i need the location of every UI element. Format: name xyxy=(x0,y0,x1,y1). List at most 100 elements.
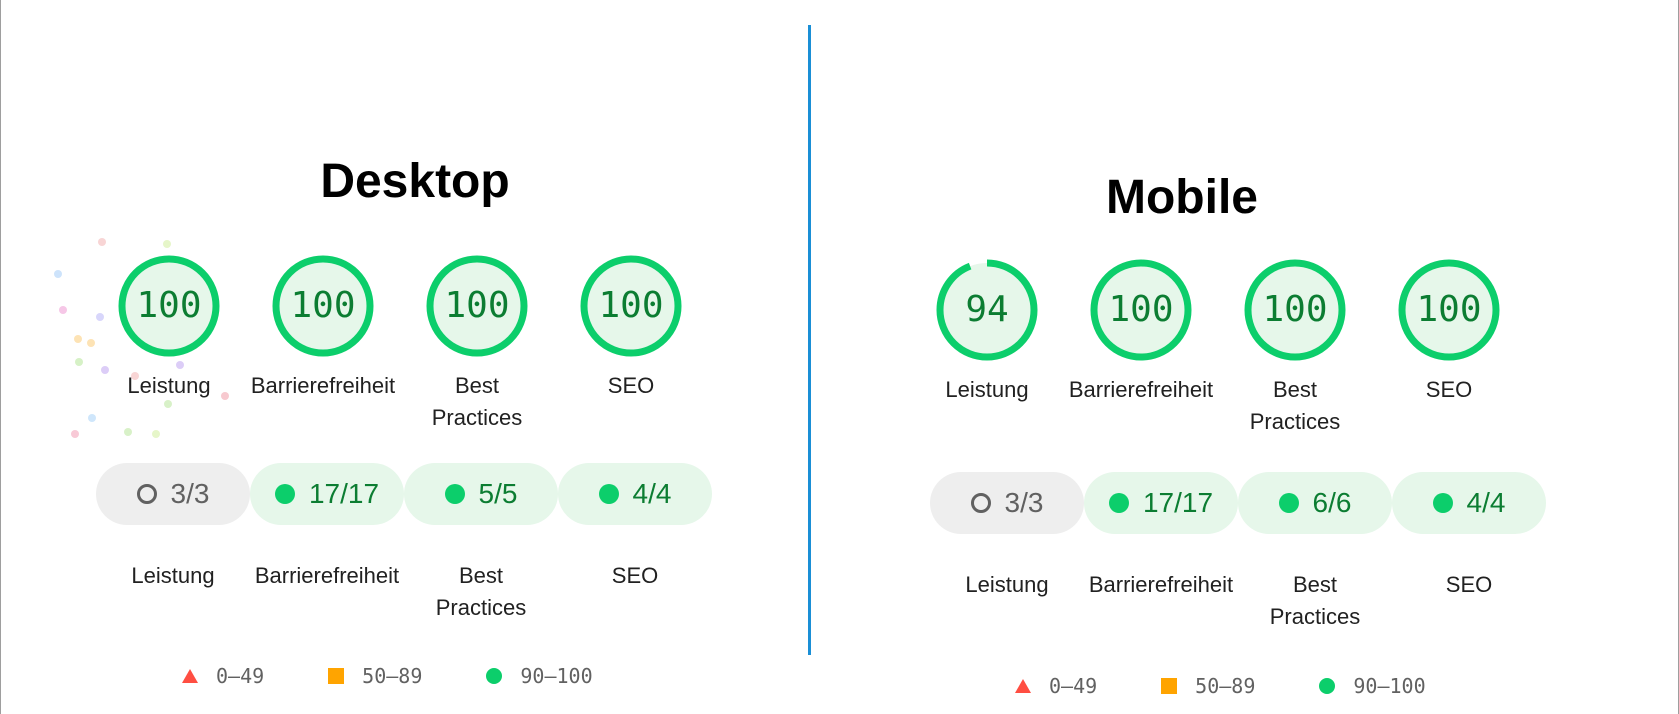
audit-pill-barrierefreiheit[interactable]: 17/17 xyxy=(250,463,404,525)
audit-pill-seo[interactable]: 4/4 xyxy=(1392,472,1546,534)
category-label-line: Leistung xyxy=(965,572,1049,597)
score-ring: 100 xyxy=(579,254,683,358)
gauge-seo[interactable]: 100 SEO xyxy=(554,254,708,434)
gauge-score: 100 xyxy=(136,285,202,326)
score-ring: 100 xyxy=(425,254,529,358)
audit-count: 6/6 xyxy=(1312,487,1352,518)
legend-pass: 90–100 xyxy=(1319,674,1426,698)
category-label-line: Practices xyxy=(435,595,527,620)
pass-dot-icon xyxy=(444,484,465,504)
gauge-label-line: Practices xyxy=(431,405,523,430)
legend-fail: 0–49 xyxy=(1015,674,1097,698)
desktop-gauges: 100 Leistung 100 Barrierefreiheit 100 Be… xyxy=(92,254,708,434)
gauge-best-practices[interactable]: 100 Best Practices xyxy=(400,254,554,434)
gauge-score: 94 xyxy=(965,289,1009,330)
pass-dot-icon xyxy=(598,484,619,504)
score-ring: 100 xyxy=(1243,258,1347,362)
gauge-best-practices[interactable]: 100 Best Practices xyxy=(1218,258,1372,438)
mobile-score-legend: 0–49 50–89 90–100 xyxy=(1015,674,1426,698)
legend-fail-range: 0–49 xyxy=(216,664,265,688)
gauge-score: 100 xyxy=(444,285,510,326)
category-label-line: Barrierefreiheit xyxy=(1088,572,1234,597)
triangle-icon xyxy=(182,669,198,683)
legend-fail: 0–49 xyxy=(182,664,264,688)
gauge-leistung[interactable]: 94 Leistung xyxy=(910,258,1064,438)
audit-count: 5/5 xyxy=(478,478,518,509)
audit-pill-leistung[interactable]: 3/3 xyxy=(930,472,1084,534)
gauge-label-line: Leistung xyxy=(127,373,211,398)
audit-pill-leistung[interactable]: 3/3 xyxy=(96,463,250,525)
gauge-label-line: SEO xyxy=(607,373,655,398)
audit-count: 17/17 xyxy=(1142,487,1214,518)
gauge-label: Best Practices xyxy=(1218,374,1372,438)
gauge-barrierefreiheit[interactable]: 100 Barrierefreiheit xyxy=(1064,258,1218,438)
desktop-audit-pills: 3/3 17/17 5/5 4/4 xyxy=(96,463,712,525)
gauge-label-line: Best xyxy=(1272,377,1318,402)
category-label-line: Leistung xyxy=(131,563,215,588)
gauge-barrierefreiheit[interactable]: 100 Barrierefreiheit xyxy=(246,254,400,434)
legend-average: 50–89 xyxy=(1161,674,1255,698)
gauge-leistung[interactable]: 100 Leistung xyxy=(92,254,246,434)
legend-average-range: 50–89 xyxy=(1195,674,1256,698)
gauge-label: SEO xyxy=(1372,374,1526,406)
gauge-label-line: Barrierefreiheit xyxy=(250,373,396,398)
pass-dot-icon xyxy=(1278,493,1299,513)
mobile-category-labels: Leistung Barrierefreiheit Best Practices… xyxy=(930,569,1546,633)
audit-pill-best-practices[interactable]: 5/5 xyxy=(404,463,558,525)
neutral-circle-icon xyxy=(970,493,991,513)
score-ring: 100 xyxy=(1397,258,1501,362)
legend-pass-range: 90–100 xyxy=(520,664,593,688)
category-label-line: Best xyxy=(458,563,504,588)
desktop-score-legend: 0–49 50–89 90–100 xyxy=(182,664,593,688)
desktop-panel: Desktop 100 Leistung 100 Barrierefreihei… xyxy=(0,0,808,714)
gauge-label: Leistung xyxy=(910,374,1064,406)
legend-pass: 90–100 xyxy=(486,664,593,688)
audit-pill-seo[interactable]: 4/4 xyxy=(558,463,712,525)
gauge-label: Barrierefreiheit xyxy=(1064,374,1218,406)
audit-count: 17/17 xyxy=(308,478,380,509)
mobile-title: Mobile xyxy=(1106,171,1258,224)
gauge-label: SEO xyxy=(554,370,708,402)
category-label: SEO xyxy=(558,560,712,624)
legend-average: 50–89 xyxy=(328,664,422,688)
gauge-score: 100 xyxy=(1416,289,1482,330)
audit-count: 4/4 xyxy=(632,478,672,509)
category-label: Leistung xyxy=(96,560,250,624)
gauge-label-line: SEO xyxy=(1425,377,1473,402)
gauge-label-line: Practices xyxy=(1249,409,1341,434)
gauge-score: 100 xyxy=(598,285,664,326)
square-icon xyxy=(1161,678,1178,694)
desktop-title: Desktop xyxy=(320,155,510,208)
gauge-score: 100 xyxy=(1262,289,1328,330)
neutral-circle-icon xyxy=(136,484,157,504)
gauge-score: 100 xyxy=(1108,289,1174,330)
score-ring: 100 xyxy=(1089,258,1193,362)
mobile-gauges: 94 Leistung 100 Barrierefreiheit 100 Bes… xyxy=(910,258,1526,438)
category-label-line: SEO xyxy=(611,563,659,588)
square-icon xyxy=(328,668,345,684)
audit-count: 3/3 xyxy=(1004,487,1044,518)
category-label: Barrierefreiheit xyxy=(250,560,404,624)
category-label: Leistung xyxy=(930,569,1084,633)
audit-count: 3/3 xyxy=(170,478,210,509)
gauge-label: Leistung xyxy=(92,370,246,402)
circle-icon xyxy=(1319,678,1336,694)
gauge-score: 100 xyxy=(290,285,356,326)
category-label: Best Practices xyxy=(404,560,558,624)
pass-dot-icon xyxy=(1108,493,1129,513)
audit-pill-barrierefreiheit[interactable]: 17/17 xyxy=(1084,472,1238,534)
score-ring: 100 xyxy=(271,254,375,358)
category-label-line: Barrierefreiheit xyxy=(254,563,400,588)
audit-pill-best-practices[interactable]: 6/6 xyxy=(1238,472,1392,534)
legend-pass-range: 90–100 xyxy=(1353,674,1426,698)
category-label: Best Practices xyxy=(1238,569,1392,633)
triangle-icon xyxy=(1015,679,1031,693)
score-ring: 94 xyxy=(935,258,1039,362)
desktop-category-labels: Leistung Barrierefreiheit Best Practices… xyxy=(96,560,712,624)
gauge-label-line: Best xyxy=(454,373,500,398)
pass-dot-icon xyxy=(1432,493,1453,513)
gauge-label-line: Leistung xyxy=(945,377,1029,402)
gauge-label-line: Barrierefreiheit xyxy=(1068,377,1214,402)
gauge-label: Barrierefreiheit xyxy=(246,370,400,402)
gauge-seo[interactable]: 100 SEO xyxy=(1372,258,1526,438)
